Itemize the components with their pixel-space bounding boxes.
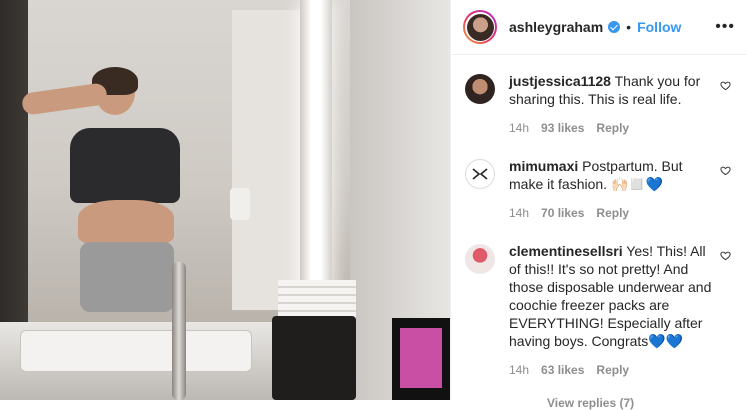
comment-username[interactable]: mimumaxi: [509, 158, 578, 174]
comment-likes[interactable]: 63 likes: [541, 361, 584, 379]
photo-faucet: [172, 262, 186, 400]
photo-towels: [278, 280, 356, 320]
logo-icon: [472, 168, 488, 180]
comment-body: clementinesellsri Yes! This! All of this…: [509, 242, 714, 379]
header-separator: •: [626, 19, 632, 35]
photo-mirror-door: [232, 10, 302, 310]
comment-meta: 14h 63 likes Reply: [509, 361, 714, 379]
comment-list: justjessica1128 Thank you for sharing th…: [451, 55, 747, 410]
comment-item: mimumaxi Postpartum. But make it fashion…: [465, 157, 733, 222]
comment-avatar[interactable]: [465, 74, 495, 104]
verified-badge-icon: [608, 21, 621, 33]
heart-icon[interactable]: [720, 80, 731, 91]
comment-time[interactable]: 14h: [509, 204, 529, 222]
reply-button[interactable]: Reply: [596, 361, 629, 379]
post-header: ashleygraham • Follow •••: [451, 0, 747, 55]
header-username[interactable]: ashleygraham: [509, 19, 603, 35]
comment-meta: 14h 70 likes Reply: [509, 204, 714, 222]
comment-item: justjessica1128 Thank you for sharing th…: [465, 72, 733, 137]
heart-icon[interactable]: [720, 165, 731, 176]
person-phone: [230, 188, 250, 220]
photo-frame-art: [400, 328, 442, 388]
photo-bin: [272, 316, 356, 400]
photo-light-strip: [300, 0, 332, 320]
avatar-border: [465, 12, 495, 42]
person-shorts: [80, 242, 174, 312]
reply-button[interactable]: Reply: [596, 119, 629, 137]
photo-sink: [20, 330, 252, 372]
comment-likes[interactable]: 93 likes: [541, 119, 584, 137]
reply-button[interactable]: Reply: [596, 204, 629, 222]
comment-body: justjessica1128 Thank you for sharing th…: [509, 72, 714, 137]
avatar-image: [466, 13, 494, 41]
person-belly: [78, 200, 174, 245]
comment-time[interactable]: 14h: [509, 361, 529, 379]
avatar[interactable]: [463, 10, 497, 44]
comment-body: mimumaxi Postpartum. But make it fashion…: [509, 157, 714, 222]
comment-username[interactable]: clementinesellsri: [509, 243, 623, 259]
heart-icon[interactable]: [720, 250, 731, 261]
more-options-icon[interactable]: •••: [715, 18, 735, 36]
follow-button[interactable]: Follow: [637, 19, 681, 35]
comment-avatar[interactable]: [465, 159, 495, 189]
comment-likes[interactable]: 70 likes: [541, 204, 584, 222]
view-replies-button[interactable]: View replies (7): [547, 396, 733, 410]
comment-avatar[interactable]: [465, 244, 495, 274]
comments-panel: ashleygraham • Follow ••• justjessica112…: [450, 0, 747, 410]
comment-item: clementinesellsri Yes! This! All of this…: [465, 242, 733, 379]
comment-username[interactable]: justjessica1128: [509, 73, 611, 89]
post-photo[interactable]: [0, 0, 450, 400]
comment-meta: 14h 93 likes Reply: [509, 119, 714, 137]
comment-time[interactable]: 14h: [509, 119, 529, 137]
person-crop-top: [70, 128, 180, 203]
instagram-post: ashleygraham • Follow ••• justjessica112…: [0, 0, 747, 410]
